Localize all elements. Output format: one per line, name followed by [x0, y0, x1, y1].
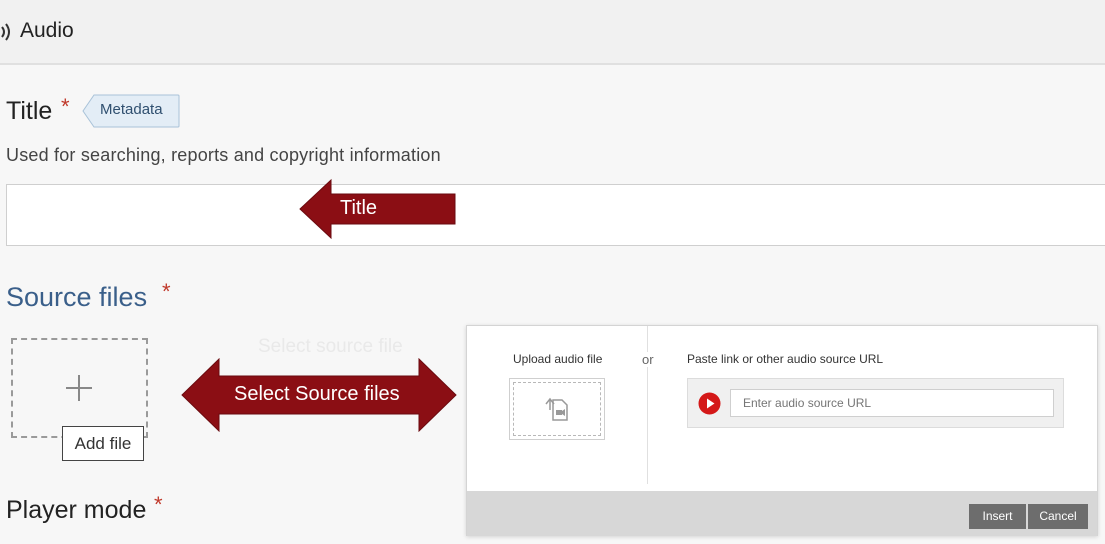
title-required-mark: * — [61, 94, 70, 119]
source-files-required-mark: * — [162, 279, 171, 304]
upload-audio-label: Upload audio file — [513, 352, 603, 366]
audio-waves-icon — [1, 23, 10, 41]
page-header: Audio — [0, 0, 1105, 65]
header-title: Audio — [20, 19, 74, 42]
insert-button[interactable]: Insert — [969, 504, 1026, 529]
cancel-button[interactable]: Cancel — [1028, 504, 1088, 529]
source-files-label: Source files — [6, 282, 148, 312]
upload-file-icon — [545, 397, 568, 421]
upload-audio-dropzone[interactable] — [509, 378, 605, 440]
add-file-tooltip: Add file — [62, 426, 144, 461]
source-annotation-label: Select Source files — [234, 383, 400, 405]
player-mode-required-mark: * — [154, 492, 163, 517]
dialog-divider — [647, 326, 648, 484]
url-panel — [687, 378, 1064, 428]
player-mode-label: Player mode — [6, 496, 147, 524]
title-annotation-label: Title — [340, 197, 378, 219]
title-input[interactable] — [6, 184, 1105, 246]
plus-icon[interactable] — [66, 375, 92, 401]
title-annotation-arrow-icon — [299, 178, 456, 240]
dialog-footer: Insert Cancel — [467, 491, 1097, 536]
title-description: Used for searching, reports and copyrigh… — [6, 145, 441, 165]
play-icon — [698, 392, 721, 415]
metadata-tag-label: Metadata — [100, 101, 163, 118]
source-file-dialog: Upload audio file or Paste link or other… — [466, 325, 1098, 536]
metadata-tag[interactable]: Metadata — [82, 94, 180, 128]
title-label: Title — [6, 97, 53, 125]
audio-url-input[interactable] — [730, 389, 1054, 417]
select-source-file-text: Select source file — [258, 336, 403, 357]
or-separator: or — [641, 352, 655, 367]
paste-url-label: Paste link or other audio source URL — [687, 352, 884, 366]
